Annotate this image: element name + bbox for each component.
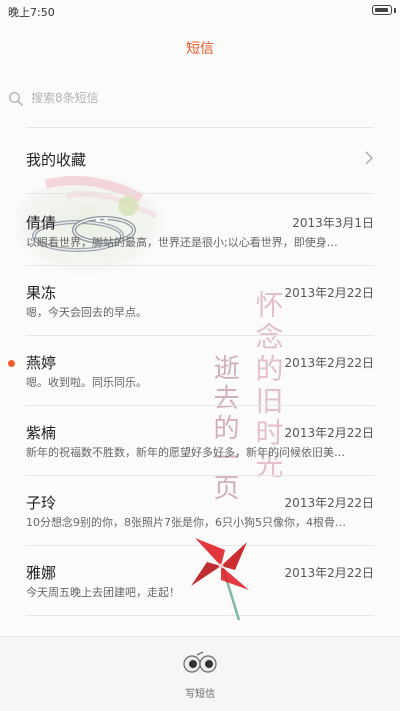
chevron-right-icon: [365, 151, 373, 165]
conversation-row[interactable]: 果冻 2013年2月22日 嗯，今天会回去的早点。: [0, 266, 400, 336]
favorites-label: 我的收藏: [26, 151, 87, 169]
message-preview: 嗯，今天会回去的早点。: [26, 306, 147, 319]
status-bar: 晚上7:50: [0, 0, 400, 22]
unread-indicator: [8, 360, 15, 367]
contact-name: 果冻: [26, 284, 57, 302]
compose-label: 写短信: [185, 689, 215, 700]
battery-tip: [394, 8, 396, 13]
message-date: 2013年2月22日: [284, 566, 374, 580]
conversation-row[interactable]: 紫楠 2013年2月22日 新年的祝福数不胜数，新年的愿望好多好多，新年的问候依…: [0, 406, 400, 476]
search-input[interactable]: [31, 91, 331, 105]
message-date: 2013年3月1日: [292, 216, 374, 230]
contact-name: 子玲: [26, 494, 57, 512]
contact-name: 倩倩: [26, 214, 57, 232]
battery-icon: [372, 5, 392, 15]
search-bar[interactable]: [8, 88, 388, 110]
contact-name: 燕婷: [26, 354, 57, 372]
message-date: 2013年2月22日: [284, 356, 374, 370]
status-time: 晚上7:50: [8, 6, 55, 19]
favorites-divider: [26, 193, 374, 194]
conversation-row[interactable]: 倩倩 2013年3月1日 以眼看世界，脚站的最高，世界还是很小;以心看世界，即使…: [0, 196, 400, 266]
message-date: 2013年2月22日: [284, 286, 374, 300]
search-icon: [8, 91, 23, 106]
pinwheel-decoration: [191, 538, 249, 621]
message-date: 2013年2月22日: [284, 426, 374, 440]
message-preview: 新年的祝福数不胜数，新年的愿望好多好多，新年的问候依旧美…: [26, 446, 345, 459]
page-title: 短信: [186, 41, 214, 57]
compose-button[interactable]: 写短信: [170, 651, 230, 705]
messages-screen: 晚上7:50 短信 搜索8条短信 怀念的旧时光 逝去的一页 我的收藏 倩倩 20…: [0, 0, 400, 711]
contact-name: 紫楠: [26, 424, 57, 442]
bottom-bar: 写短信: [0, 636, 400, 711]
message-preview: 嗯。收到啦。同乐同乐。: [26, 376, 147, 389]
favorites-row[interactable]: 我的收藏: [0, 128, 400, 190]
contact-name: 雅娜: [26, 564, 57, 582]
message-date: 2013年2月22日: [284, 496, 374, 510]
compose-icon: [183, 651, 217, 673]
conversation-row[interactable]: 燕婷 2013年2月22日 嗯。收到啦。同乐同乐。: [0, 336, 400, 406]
message-preview: 以眼看世界，脚站的最高，世界还是很小;以心看世界，即使身…: [26, 236, 338, 249]
battery-fill: [374, 7, 388, 12]
